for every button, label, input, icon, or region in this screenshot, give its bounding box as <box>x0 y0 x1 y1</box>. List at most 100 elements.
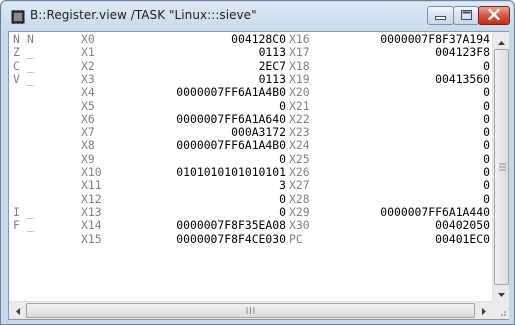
register-value[interactable]: 3 <box>279 179 286 192</box>
flag-name: V <box>13 71 20 86</box>
register-value[interactable]: 0 <box>279 152 286 166</box>
register-name: X19 <box>289 71 310 86</box>
scroll-left-button[interactable] <box>9 302 26 320</box>
register-value[interactable]: 0 <box>483 126 490 139</box>
register-value[interactable]: 0000007F8F37A194 <box>380 33 490 46</box>
register-name: X2 <box>81 58 95 73</box>
grip-icon <box>499 163 506 171</box>
register-value[interactable]: 0000007FF6A1A440 <box>380 205 490 219</box>
register-value[interactable]: 004123F8 <box>435 46 490 59</box>
flag-name: C <box>13 58 20 73</box>
resize-grip[interactable] <box>492 301 509 319</box>
register-name: X4 <box>81 85 95 100</box>
register-value[interactable]: 0 <box>483 139 490 152</box>
register-row[interactable]: C _ X2 2EC7 X18 0 <box>9 58 492 73</box>
register-value[interactable]: 00401EC0 <box>435 232 490 246</box>
register-row[interactable]: X6 0000007FF6A1A640 X22 0 <box>9 111 492 126</box>
register-name: X23 <box>289 125 310 140</box>
register-value[interactable]: 00413560 <box>435 72 490 86</box>
register-name: X15 <box>81 231 102 246</box>
register-value[interactable]: 0 <box>279 205 286 219</box>
register-value[interactable]: 0 <box>483 152 490 166</box>
register-row[interactable]: Z _ X1 0113 X17 004123F8 <box>9 46 492 59</box>
register-value[interactable]: 0000007FF6A1A640 <box>176 112 286 126</box>
register-row[interactable]: X7 000A3172 X23 0 <box>9 126 492 139</box>
register-view-window: B::Register.view /TASK "Linux:::sieve" N… <box>0 0 515 325</box>
register-name: X3 <box>81 71 95 86</box>
title-bar[interactable]: B::Register.view /TASK "Linux:::sieve" <box>2 2 513 31</box>
register-value[interactable]: 2EC7 <box>259 59 286 73</box>
flag-name: I <box>13 204 20 219</box>
register-row[interactable]: I _ X13 0 X29 0000007FF6A1A440 <box>9 204 492 219</box>
horizontal-scroll-thumb[interactable] <box>26 303 475 318</box>
register-value[interactable]: 0 <box>483 166 490 179</box>
arrow-left-icon <box>15 302 20 320</box>
flag-value: _ <box>27 204 34 219</box>
flag-name: N <box>13 32 20 46</box>
register-value[interactable]: 0113 <box>259 46 286 59</box>
flag-name: F <box>13 218 20 233</box>
register-name: X21 <box>289 98 310 113</box>
flag-value: _ <box>27 71 34 86</box>
register-value[interactable]: 0000007FF6A1A4B0 <box>176 139 286 152</box>
register-name: X29 <box>289 204 310 219</box>
register-value[interactable]: 0 <box>483 86 490 99</box>
register-row[interactable]: N N X0 004128C0 X16 0000007F8F37A194 <box>9 33 492 46</box>
register-value[interactable]: 0 <box>483 59 490 73</box>
flag-value: _ <box>27 58 34 73</box>
flag-value: N <box>27 32 34 46</box>
register-value[interactable]: 0 <box>279 192 286 206</box>
register-value[interactable]: 004128C0 <box>231 33 286 46</box>
register-value[interactable]: 0101010101010101 <box>176 166 286 179</box>
vertical-scrollbar[interactable] <box>492 32 509 301</box>
register-row[interactable]: X9 0 X25 0 <box>9 152 492 166</box>
maximize-icon <box>460 7 472 25</box>
register-name: X1 <box>81 45 95 60</box>
register-row[interactable]: X10 0101010101010101 X26 0 <box>9 166 492 179</box>
scroll-up-button[interactable] <box>493 32 510 49</box>
chip-icon[interactable] <box>11 10 25 24</box>
register-value[interactable]: 0 <box>483 112 490 126</box>
register-row[interactable]: X12 0 X28 0 <box>9 191 492 206</box>
register-row[interactable]: X8 0000007FF6A1A4B0 X24 0 <box>9 139 492 152</box>
register-value[interactable]: 0 <box>483 192 490 206</box>
register-name: X6 <box>81 111 95 126</box>
register-row[interactable]: V _ X3 0113 X19 00413560 <box>9 71 492 86</box>
maximize-button[interactable] <box>453 6 479 25</box>
register-row[interactable]: X15 0000007F8F4CE030 PC 00401EC0 <box>9 231 492 246</box>
register-row[interactable]: X5 0 X21 0 <box>9 98 492 113</box>
register-row[interactable]: X4 0000007FF6A1A4B0 X20 0 <box>9 86 492 99</box>
register-value[interactable]: 00402050 <box>435 219 490 232</box>
grip-icon <box>246 307 255 314</box>
close-icon <box>488 7 500 25</box>
arrow-down-icon <box>498 284 505 302</box>
register-row[interactable]: F _ X14 0000007F8F35EA08 X30 00402050 <box>9 219 492 232</box>
minimize-icon <box>435 7 446 25</box>
register-name: X18 <box>289 58 310 73</box>
register-name: X8 <box>81 138 95 153</box>
register-name: X0 <box>81 32 95 46</box>
register-value[interactable]: 000A3172 <box>231 126 286 139</box>
window-title: B::Register.view /TASK "Linux:::sieve" <box>30 8 257 22</box>
register-value[interactable]: 0 <box>483 179 490 192</box>
minimize-button[interactable] <box>427 6 454 25</box>
flag-value: _ <box>27 218 34 233</box>
register-value[interactable]: 0 <box>279 99 286 113</box>
scroll-down-button[interactable] <box>493 284 510 301</box>
register-value[interactable]: 0 <box>483 99 490 113</box>
register-value[interactable]: 0000007FF6A1A4B0 <box>176 86 286 99</box>
register-value[interactable]: 0000007F8F4CE030 <box>176 232 286 246</box>
close-button[interactable] <box>478 6 510 25</box>
register-name: X5 <box>81 98 95 113</box>
resize-grip-icon <box>501 311 506 316</box>
register-row[interactable]: X11 3 X27 0 <box>9 179 492 192</box>
register-value[interactable]: 0000007F8F35EA08 <box>176 219 286 232</box>
register-value[interactable]: 0113 <box>259 72 286 86</box>
register-name: X12 <box>81 191 102 206</box>
scroll-right-button[interactable] <box>475 302 492 320</box>
register-name: X20 <box>289 85 310 100</box>
register-list[interactable]: N N X0 004128C0 X16 0000007F8F37A194 Z _ X1 0113 X… <box>9 32 492 301</box>
horizontal-scrollbar[interactable] <box>9 301 492 319</box>
register-name: X17 <box>289 45 310 60</box>
vertical-scroll-thumb[interactable] <box>494 49 509 285</box>
